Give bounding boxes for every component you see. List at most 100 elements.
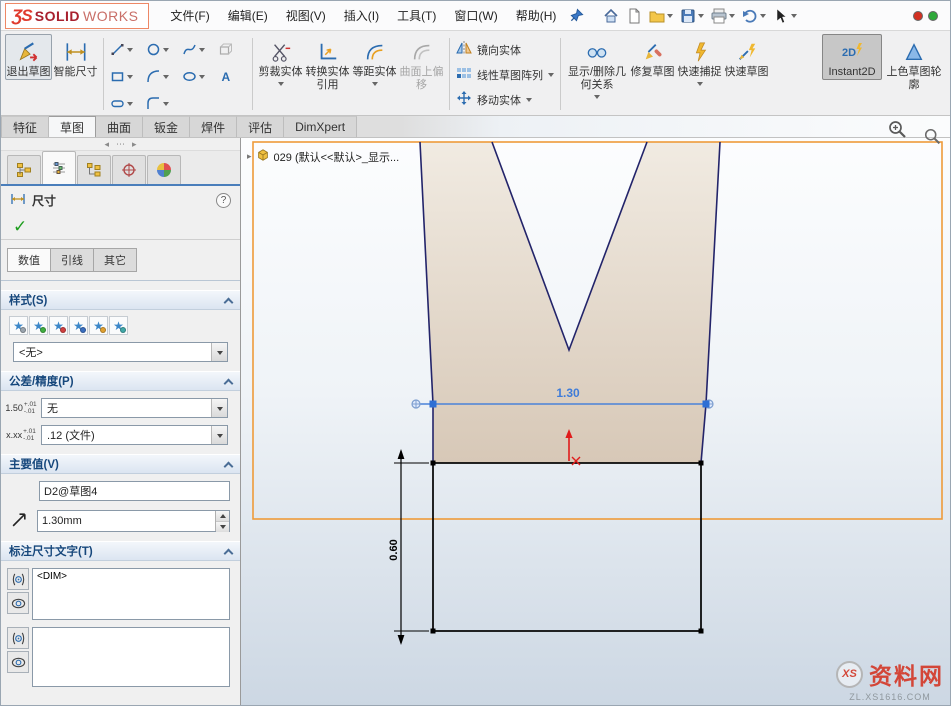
style-save-button[interactable]: ★	[69, 316, 88, 335]
menu-file[interactable]: 文件(F)	[161, 2, 218, 29]
style-apply-button[interactable]: ★	[109, 316, 128, 335]
tab-feature-manager[interactable]	[7, 155, 41, 184]
sketch-rectangle-tool[interactable]	[106, 63, 142, 90]
select-cursor-button[interactable]	[770, 6, 800, 26]
menu-window[interactable]: 窗口(W)	[445, 2, 506, 29]
style-default-button[interactable]: ★	[9, 316, 28, 335]
ellipse-dropdown-arrow[interactable]	[199, 75, 205, 82]
sketch-ellipse-tool[interactable]	[178, 63, 214, 90]
select-dropdown-arrow[interactable]	[791, 14, 797, 21]
undo-button[interactable]	[739, 6, 769, 26]
help-button[interactable]: ?	[216, 193, 231, 208]
tab-features[interactable]: 特征	[1, 116, 49, 137]
ribbon-exit-sketch-button[interactable]: 退出草图	[5, 34, 52, 80]
sketch-slot-tool[interactable]	[106, 90, 142, 117]
sketch-vertex-handles[interactable]	[431, 461, 704, 634]
sketch-fillet-tool[interactable]	[142, 90, 178, 117]
sketch-rectangle[interactable]	[433, 463, 701, 631]
graphics-area[interactable]: 0.60 1.30	[241, 138, 950, 706]
precision-dropdown-button[interactable]	[211, 426, 227, 444]
style-load-button[interactable]: ★	[89, 316, 108, 335]
ribbon-move-entities-button[interactable]: 移动实体	[452, 87, 558, 112]
pin-menu-icon[interactable]	[569, 8, 584, 23]
tolerance-section-header[interactable]: 公差/精度(P)	[1, 371, 240, 391]
slot-dropdown-arrow[interactable]	[127, 102, 133, 109]
sketch-spline-tool[interactable]	[178, 36, 214, 63]
ribbon-quick-snaps-button[interactable]: 快速捕捉	[676, 34, 723, 90]
spline-dropdown-arrow[interactable]	[199, 48, 205, 55]
tab-display-manager[interactable]	[147, 155, 181, 184]
offset-dropdown-arrow[interactable]	[372, 82, 378, 89]
menu-edit[interactable]: 编辑(E)	[219, 2, 277, 29]
home-button[interactable]	[600, 6, 622, 26]
pattern-dropdown-arrow[interactable]	[548, 73, 554, 80]
save-button[interactable]	[677, 6, 707, 26]
dimension-text-input[interactable]: <DIM>	[32, 568, 230, 620]
relations-dropdown-arrow[interactable]	[594, 95, 600, 102]
tab-dimxpert[interactable]: DimXpert	[284, 116, 357, 137]
dual-dimension-text-input[interactable]	[32, 627, 230, 687]
graphics-viewport[interactable]: 0.60 1.30	[241, 138, 950, 706]
ribbon-mirror-entities-button[interactable]: 镜向实体	[452, 37, 558, 62]
style-dropdown-button[interactable]	[211, 343, 227, 361]
primary-value-section-header[interactable]: 主要值(V)	[1, 454, 240, 474]
style-section-header[interactable]: 样式(S)	[1, 290, 240, 310]
circle-dropdown-arrow[interactable]	[163, 48, 169, 55]
ribbon-smart-dimension-button[interactable]: 智能尺寸	[52, 34, 99, 80]
tab-evaluate[interactable]: 评估	[237, 116, 284, 137]
tab-sketch[interactable]: 草图	[49, 116, 96, 137]
style-dropdown[interactable]: <无>	[13, 342, 228, 362]
spin-down-button[interactable]	[216, 522, 229, 532]
resource-monitor-red-icon[interactable]	[913, 11, 923, 21]
print-button[interactable]	[708, 6, 738, 26]
undo-dropdown-arrow[interactable]	[760, 14, 766, 21]
menu-tools[interactable]: 工具(T)	[388, 2, 445, 29]
tolerance-dropdown[interactable]: 无	[41, 398, 228, 418]
menu-help[interactable]: 帮助(H)	[507, 2, 566, 29]
move-dropdown-arrow[interactable]	[526, 98, 532, 105]
precision-dropdown[interactable]: .12 (文件)	[41, 425, 228, 445]
subtab-leaders[interactable]: 引线	[51, 248, 94, 272]
panel-splitter[interactable]: ◂ ⋯ ▸	[1, 138, 240, 151]
menu-insert[interactable]: 插入(I)	[335, 2, 388, 29]
print-dropdown-arrow[interactable]	[729, 14, 735, 21]
tab-dimxpert-manager[interactable]	[112, 155, 146, 184]
splitter-left-arrow-icon[interactable]: ◂	[104, 139, 109, 150]
open-dropdown-arrow[interactable]	[667, 14, 673, 21]
spin-up-button[interactable]	[216, 511, 229, 522]
ribbon-display-relations-button[interactable]: 显示/删除几何关系	[565, 34, 629, 103]
tab-sheet-metal[interactable]: 钣金	[143, 116, 190, 137]
splitter-right-arrow-icon[interactable]: ▸	[132, 139, 137, 150]
line-dropdown-arrow[interactable]	[127, 48, 133, 55]
tab-property-manager[interactable]	[42, 151, 76, 184]
ribbon-offset-entities-button[interactable]: 等距实体	[351, 34, 398, 90]
sketch-line-tool[interactable]	[106, 36, 142, 63]
tolerance-dropdown-button[interactable]	[211, 399, 227, 417]
ok-button[interactable]: ✓	[13, 217, 27, 237]
dimension-name-input[interactable]	[39, 481, 230, 501]
style-add-button[interactable]: ★	[29, 316, 48, 335]
tab-surfaces[interactable]: 曲面	[96, 116, 143, 137]
style-delete-button[interactable]: ★	[49, 316, 68, 335]
tab-configuration-manager[interactable]	[77, 155, 111, 184]
flyout-expand-icon[interactable]: ▸	[247, 151, 252, 162]
ribbon-rapid-sketch-button[interactable]: 快速草图	[723, 34, 770, 80]
zoom-area-icon[interactable]	[923, 127, 943, 150]
ribbon-linear-pattern-button[interactable]: 线性草图阵列	[452, 62, 558, 87]
ribbon-trim-entities-button[interactable]: 剪裁实体	[257, 34, 304, 90]
flyout-feature-tree[interactable]: ▸ 029 (默认<<默认>_显示...	[247, 148, 399, 165]
inspection-dimension-button[interactable]	[7, 592, 29, 614]
trim-dropdown-arrow[interactable]	[278, 82, 284, 89]
dimension-text-section-header[interactable]: 标注尺寸文字(T)	[1, 541, 240, 561]
ribbon-instant2d-button[interactable]: 2D Instant2D	[822, 34, 882, 80]
inspection-dimension-button[interactable]	[7, 651, 29, 673]
resource-monitor-green-icon[interactable]	[928, 11, 938, 21]
parenthesis-dimension-button[interactable]	[7, 627, 29, 649]
ribbon-convert-entities-button[interactable]: 转换实体引用	[304, 34, 351, 93]
subtab-value[interactable]: 数值	[7, 248, 51, 272]
tree-root-item[interactable]: 029 (默认<<默认>_显示...	[274, 149, 400, 165]
magnifying-glass-icon[interactable]	[887, 119, 909, 144]
snaps-dropdown-arrow[interactable]	[697, 82, 703, 89]
arc-dropdown-arrow[interactable]	[163, 75, 169, 82]
ribbon-shaded-contours-button[interactable]: 上色草图轮廓	[882, 34, 946, 93]
